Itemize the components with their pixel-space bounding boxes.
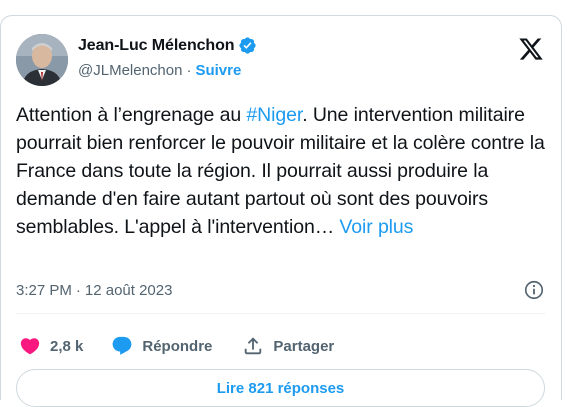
tweet-header: Jean-Luc Mélenchon @JLMelenchon · Suivre <box>16 34 547 86</box>
follow-button[interactable]: Suivre <box>195 62 241 79</box>
tweet-text: Attention à l’engrenage au #Niger. Une i… <box>16 101 551 241</box>
tweet-date[interactable]: 12 août 2023 <box>85 282 173 299</box>
see-more-link[interactable]: Voir plus <box>339 216 413 238</box>
share-label: Partager <box>273 337 335 355</box>
likes-count: 2,8 k <box>50 337 84 355</box>
author-name[interactable]: Jean-Luc Mélenchon <box>78 37 235 55</box>
x-logo-icon[interactable] <box>518 36 544 62</box>
author-handle[interactable]: @JLMelenchon <box>78 62 182 79</box>
tweet-card: Jean-Luc Mélenchon @JLMelenchon · Suivre… <box>0 15 562 407</box>
tweet-meta: 3:27 PM · 12 août 2023 <box>16 278 545 302</box>
meta-separator: · <box>75 281 81 299</box>
reply-button[interactable]: Répondre <box>111 335 212 357</box>
hashtag-link[interactable]: #Niger <box>246 104 302 126</box>
like-button[interactable]: 2,8 k <box>19 335 83 357</box>
tweet-time[interactable]: 3:27 PM <box>16 282 72 299</box>
divider <box>16 313 545 314</box>
share-icon <box>245 337 262 355</box>
reply-label: Répondre <box>142 337 213 355</box>
share-button[interactable]: Partager <box>242 335 334 357</box>
action-bar: 2,8 k Répondre Partager <box>19 334 364 358</box>
tweet-text-start: Attention à l’engrenage au <box>16 104 247 126</box>
read-replies-button[interactable]: Lire 821 réponses <box>16 369 545 407</box>
handle-row: @JLMelenchon · Suivre <box>78 62 241 79</box>
avatar[interactable] <box>16 34 68 86</box>
verified-badge-icon <box>238 36 257 55</box>
author-name-row: Jean-Luc Mélenchon <box>78 36 257 55</box>
reply-bubble-icon <box>112 336 132 355</box>
handle-separator: · <box>186 62 192 79</box>
info-icon[interactable] <box>523 279 545 301</box>
heart-icon <box>20 338 40 355</box>
